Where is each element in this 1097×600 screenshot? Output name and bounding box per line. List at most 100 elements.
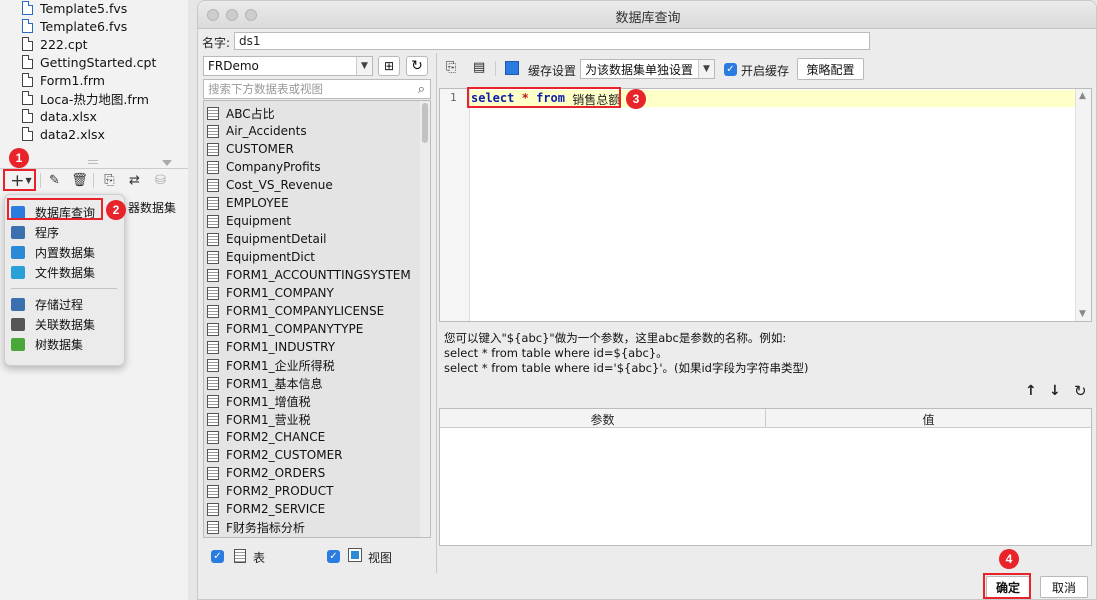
menu-item-label: 树数据集 — [35, 337, 84, 352]
table-item[interactable]: FORM1_COMPANYTYPE — [207, 320, 363, 338]
preview-icon[interactable]: ⎘ — [446, 60, 456, 75]
table-name: FORM2_CHANCE — [226, 430, 326, 444]
file-name: 222.cpt — [40, 36, 88, 52]
table-item[interactable]: FORM2_SERVICE — [207, 500, 325, 518]
file-name: Loca-热力地图.frm — [40, 91, 149, 107]
switch-icon[interactable]: ⇄ — [126, 172, 143, 189]
table-item[interactable]: Air_Accidents — [207, 122, 307, 140]
datasource-select[interactable]: FRDemo ▼ — [203, 56, 373, 76]
menu-item[interactable]: 关联数据集 — [11, 315, 95, 333]
file-item[interactable]: Template6.fvs — [22, 17, 127, 35]
sql-editor[interactable]: 1 select * from 销售总额 ▲ ▼ — [439, 88, 1092, 322]
file-name: Template6.fvs — [40, 18, 128, 34]
table-item[interactable]: CUSTOMER — [207, 140, 294, 158]
table-item[interactable]: FORM1_INDUSTRY — [207, 338, 335, 356]
table-item[interactable]: CompanyProfits — [207, 158, 321, 176]
file-item[interactable]: 222.cpt — [22, 35, 88, 53]
edit-datasource-button[interactable]: ⊞ — [378, 56, 400, 76]
table-item[interactable]: ABC占比 — [207, 104, 275, 122]
table-list: ABC占比 Air_Accidents CUSTOMER CompanyProfits… — [203, 100, 431, 538]
editor-scrollbar[interactable]: ▲ ▼ — [1075, 89, 1091, 321]
menu-item[interactable]: 内置数据集 — [11, 243, 95, 261]
file-item[interactable]: Form1.frm — [22, 71, 105, 89]
file-icon — [22, 37, 33, 51]
collapse-arrow-icon[interactable] — [162, 160, 172, 166]
database-icon[interactable]: ⛁ — [152, 172, 169, 189]
table-item[interactable]: FORM1_基本信息 — [207, 374, 323, 392]
arrow-up-icon[interactable]: ↑ — [1025, 383, 1037, 399]
strategy-config-button[interactable]: 策略配置 — [797, 58, 864, 80]
table-list-scrollbar[interactable] — [420, 101, 430, 537]
menu-item[interactable]: 文件数据集 — [11, 263, 95, 281]
table-icon — [207, 286, 219, 300]
table-name: FORM1_企业所得税 — [226, 358, 335, 373]
table-item[interactable]: FORM2_CHANCE — [207, 428, 325, 446]
file-item[interactable]: data2.xlsx — [22, 125, 105, 143]
table-icon — [207, 340, 219, 354]
name-field[interactable]: ds1 — [234, 32, 870, 50]
file-name: GettingStarted.cpt — [40, 54, 157, 70]
cancel-button[interactable]: 取消 — [1040, 576, 1088, 598]
preview-icon[interactable]: ⎘ — [101, 172, 118, 189]
pencil-icon[interactable]: ✎ — [46, 172, 63, 189]
table-search-input[interactable]: 搜索下方数据表或视图 ⌕ — [203, 79, 431, 99]
scrollbar-thumb[interactable] — [422, 103, 428, 143]
parameter-hint: 您可以键入"${abc}"做为一个参数，这里abc是参数的名称。例如: selec… — [444, 331, 1084, 376]
trash-icon[interactable]: 🗑 — [71, 172, 88, 189]
table-item[interactable]: FORM1_ACCOUNTTINGSYSTEM — [207, 266, 411, 284]
scroll-up-icon[interactable]: ▲ — [1079, 91, 1086, 101]
table-name: FORM1_COMPANYLICENSE — [226, 304, 385, 318]
table-item[interactable]: FORM1_营业税 — [207, 410, 311, 428]
menu-item-label: 关联数据集 — [35, 317, 96, 332]
splitter[interactable] — [188, 0, 197, 600]
table-name: EquipmentDetail — [226, 232, 327, 246]
file-item[interactable]: Template5.fvs — [22, 0, 127, 17]
annotation-box-sql — [467, 87, 621, 108]
menu-item[interactable]: 树数据集 — [11, 335, 83, 353]
refresh-params-icon[interactable]: ↻ — [1074, 382, 1087, 400]
table-item[interactable]: Equipment — [207, 212, 291, 230]
table-item[interactable]: FORM1_COMPANYLICENSE — [207, 302, 384, 320]
table-item[interactable]: FORM2_PRODUCT — [207, 482, 333, 500]
column-header-parameter[interactable]: 参数 — [440, 411, 765, 428]
column-header-value[interactable]: 值 — [766, 411, 1091, 428]
table-item[interactable]: FORM1_企业所得税 — [207, 356, 335, 374]
table-item[interactable]: EquipmentDict — [207, 248, 315, 266]
table-item[interactable]: FORM1_COMPANY — [207, 284, 334, 302]
file-item[interactable]: GettingStarted.cpt — [22, 53, 156, 71]
table-item[interactable]: F财务指标分析 — [207, 518, 305, 536]
table-item[interactable]: FORM1_增值税 — [207, 392, 311, 410]
title-bar: 数据库查询 — [198, 1, 1096, 29]
file-item[interactable]: data.xlsx — [22, 107, 97, 125]
table-item[interactable]: EMPLOYEE — [207, 194, 289, 212]
table-icon — [207, 412, 219, 426]
table-name: ABC占比 — [226, 106, 275, 121]
table-item[interactable]: Cost_VS_Revenue — [207, 176, 333, 194]
dashboard-file-icon — [22, 1, 33, 15]
table-name: FORM2_SERVICE — [226, 502, 326, 516]
table-item[interactable]: EquipmentDetail — [207, 230, 327, 248]
cache-mode-select[interactable]: 为该数据集单独设置 ▼ — [580, 59, 715, 79]
table-name: FORM1_基本信息 — [226, 376, 323, 391]
enable-cache-checkbox[interactable]: ✓ — [724, 63, 737, 76]
menu-item[interactable]: 存储过程 — [11, 295, 83, 313]
view-type-icon — [348, 548, 362, 562]
panel-divider-grip[interactable] — [88, 160, 98, 164]
table-filter-checkbox[interactable]: ✓ — [211, 550, 224, 563]
table-icon — [207, 358, 219, 372]
vertical-divider[interactable] — [436, 53, 437, 573]
file-item[interactable]: Loca-热力地图.frm — [22, 89, 149, 107]
menu-item-label: 内置数据集 — [35, 245, 96, 260]
builtin-dataset-icon — [11, 245, 25, 259]
parameter-icon[interactable]: ▤ — [473, 60, 485, 75]
arrow-down-icon[interactable]: ↓ — [1049, 383, 1061, 399]
menu-item[interactable]: 程序 — [11, 223, 59, 241]
refresh-button[interactable]: ↻ — [406, 56, 428, 76]
file-name: data.xlsx — [40, 108, 97, 124]
view-filter-checkbox[interactable]: ✓ — [327, 550, 340, 563]
annotation-badge-2: 2 — [106, 200, 126, 220]
scroll-down-icon[interactable]: ▼ — [1079, 309, 1086, 319]
name-label: 名字: — [202, 36, 231, 50]
table-item[interactable]: FORM2_ORDERS — [207, 464, 325, 482]
table-item[interactable]: FORM2_CUSTOMER — [207, 446, 343, 464]
